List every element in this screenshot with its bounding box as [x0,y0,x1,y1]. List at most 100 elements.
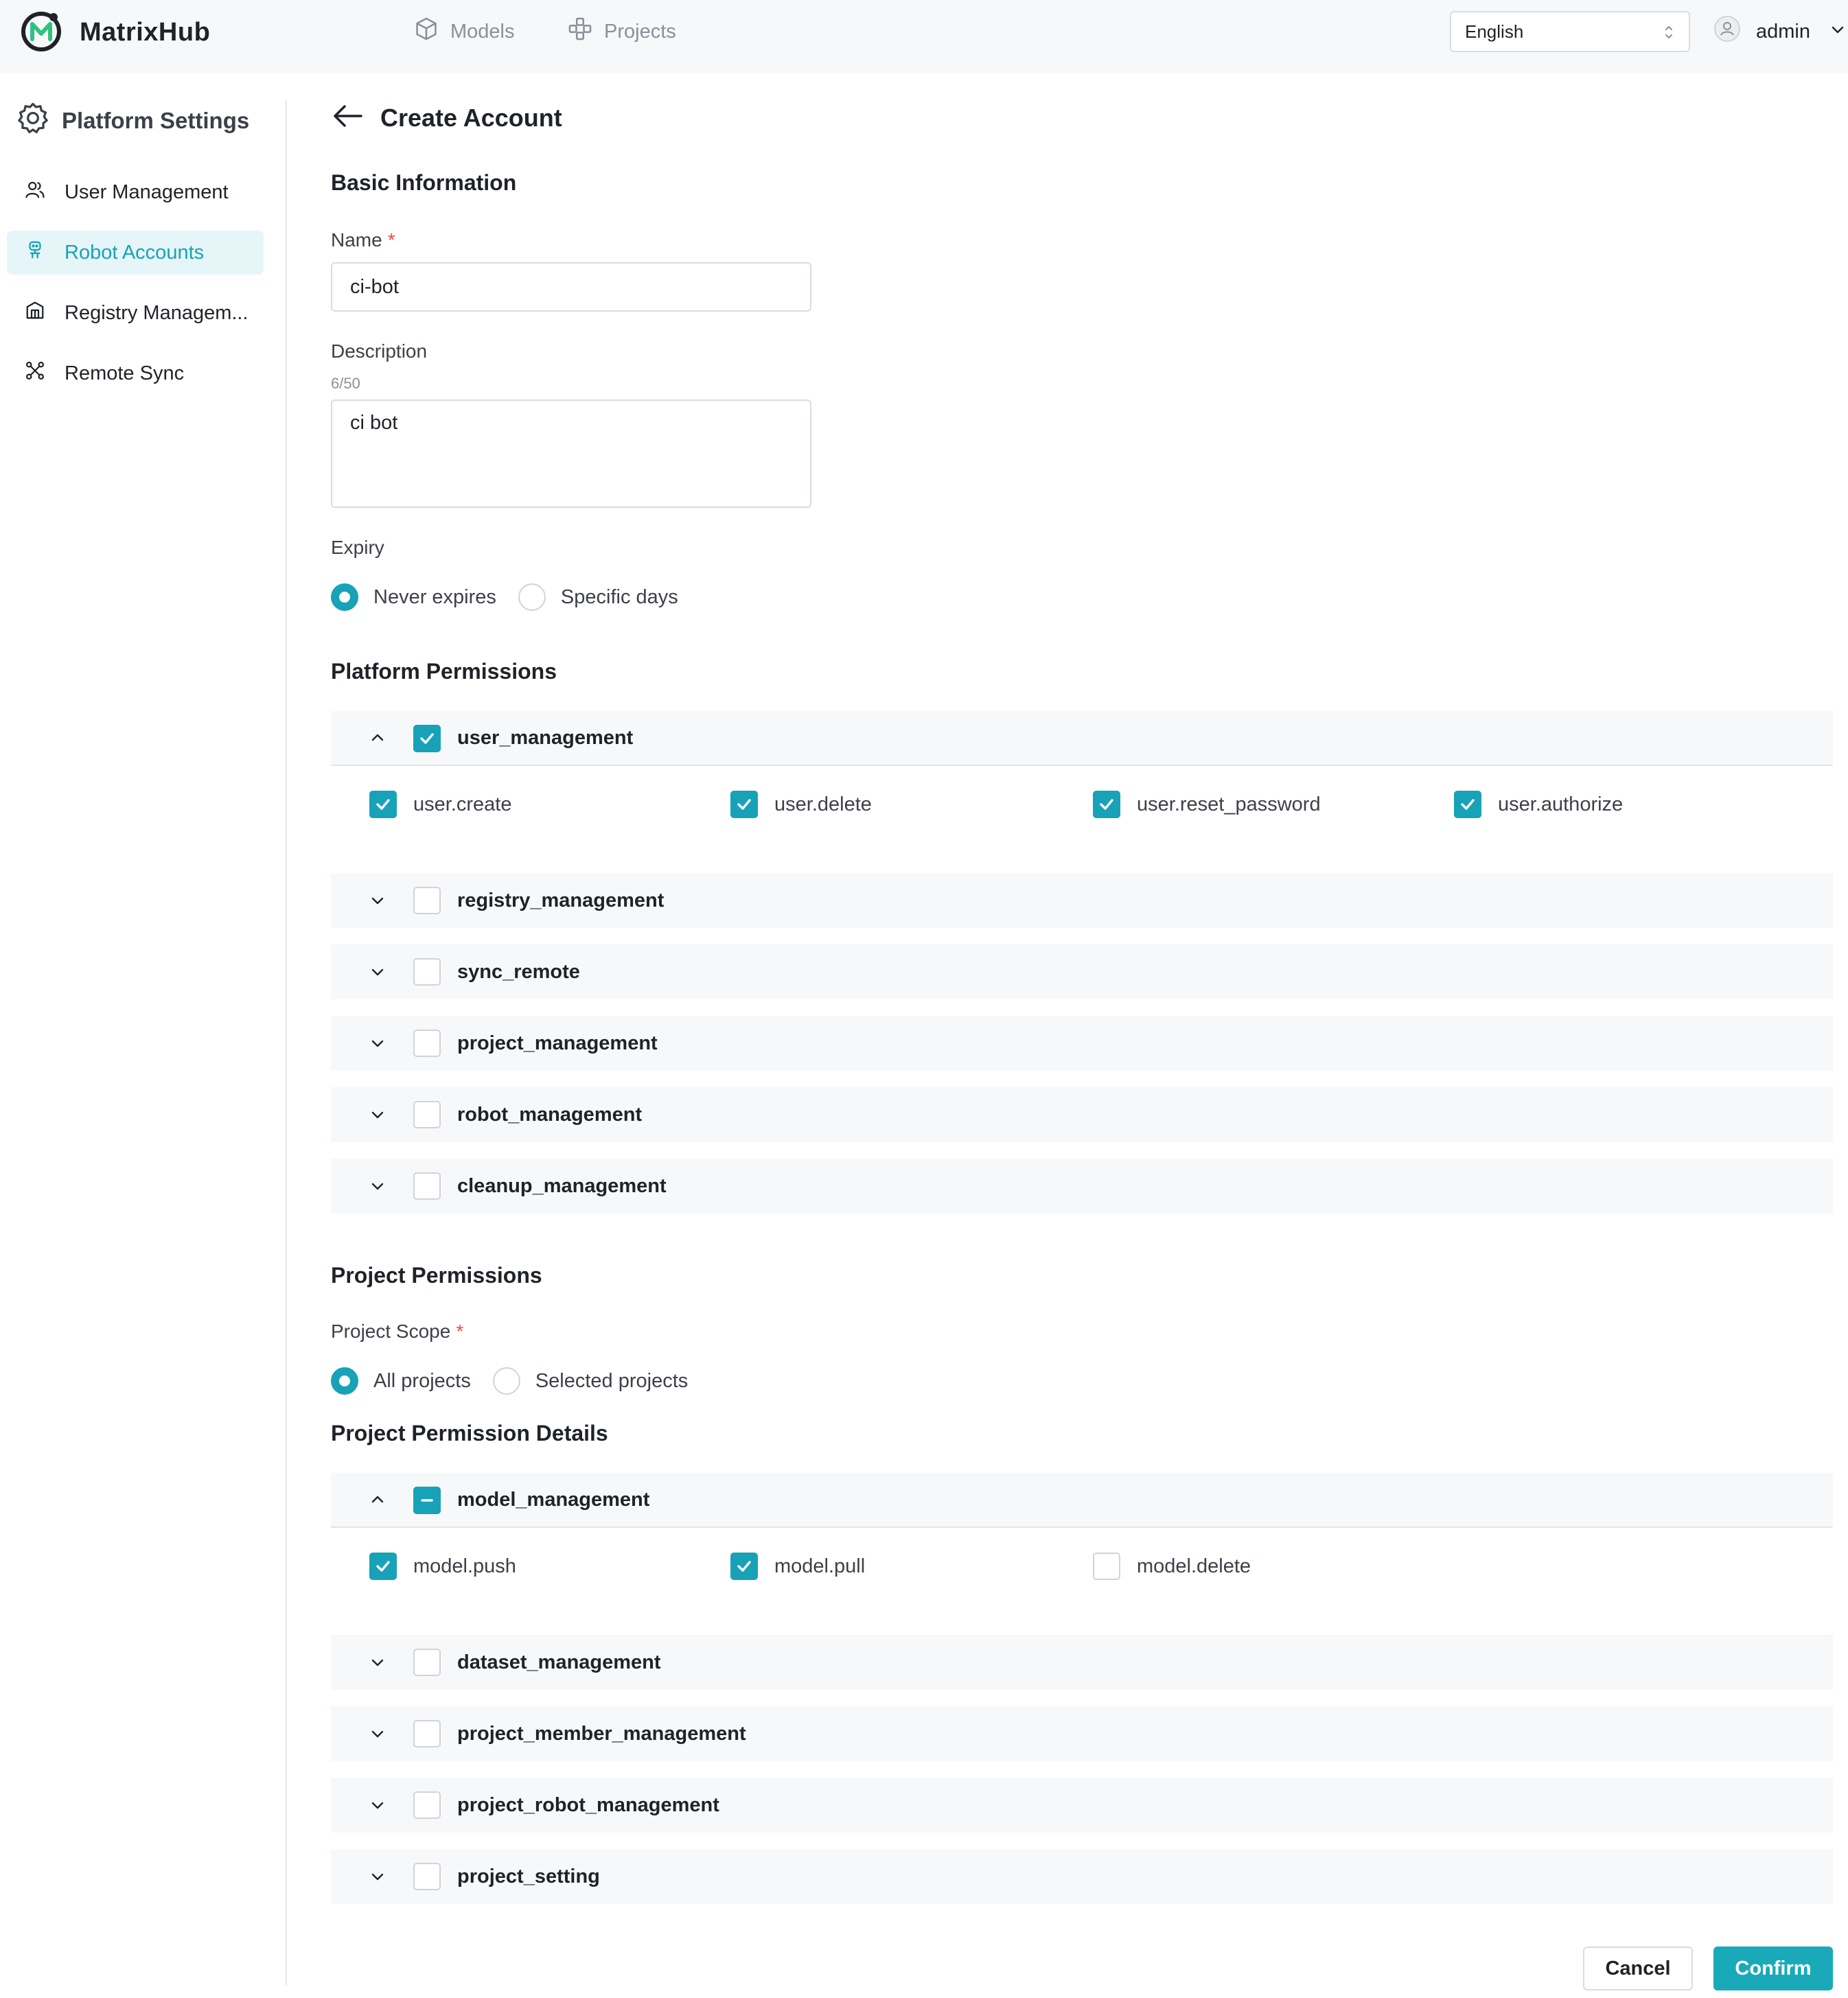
perm-user-authorize[interactable]: user.authorize [1454,791,1623,818]
radio-label: All projects [373,1369,471,1392]
perm-model-push[interactable]: model.push [369,1553,516,1580]
description-label: Description [331,340,428,362]
expiry-label: Expiry [331,537,384,558]
chevron-down-icon[interactable] [369,1726,386,1742]
sidebar-item-label: Remote Sync [65,362,185,384]
perm-group-project-management[interactable]: project_management [331,1016,1833,1071]
perm-model-delete[interactable]: model.delete [1093,1553,1251,1580]
radio-never-expires[interactable] [331,583,358,611]
perm-checkbox[interactable] [1093,791,1120,818]
radio-specific-days[interactable] [518,583,546,611]
page-header: Create Account [331,99,562,137]
chevron-down-icon[interactable] [369,1654,386,1671]
perm-checkbox[interactable] [730,1553,758,1580]
chevron-down-icon[interactable] [369,1797,386,1813]
perm-group-project-setting[interactable]: project_setting [331,1849,1833,1904]
perm-group-model-management[interactable]: model_management [331,1473,1833,1528]
platform-settings-label: Platform Settings [62,108,250,133]
radio-label: Never expires [373,585,496,608]
perm-group-cleanup-management[interactable]: cleanup_management [331,1159,1833,1213]
description-counter: 6/50 [331,375,360,392]
perm-group-robot-management[interactable]: robot_management [331,1087,1833,1142]
sidebar-item-robot-accounts[interactable]: Robot Accounts [7,231,264,275]
radio-label: Selected projects [535,1369,689,1392]
group-checkbox[interactable] [413,725,441,752]
group-checkbox[interactable] [413,1487,441,1514]
required-marker: * [387,229,395,251]
project-scope-label-text: Project Scope [331,1321,451,1342]
perm-group-registry-management[interactable]: registry_management [331,873,1833,928]
robot-icon [25,240,65,266]
basic-information-title: Basic Information [331,170,517,195]
group-checkbox[interactable] [413,958,441,986]
perm-user-delete[interactable]: user.delete [730,791,872,818]
radio-label: Specific days [560,585,678,608]
perm-group-project-robot-management[interactable]: project_robot_management [331,1778,1833,1833]
perm-group-sync-remote[interactable]: sync_remote [331,944,1833,999]
project-permissions-title: Project Permissions [331,1263,542,1288]
app-name: MatrixHub [80,17,211,47]
confirm-button[interactable]: Confirm [1713,1947,1833,1990]
platform-settings-title: Platform Settings [15,100,249,141]
chevron-down-icon[interactable] [369,1106,386,1123]
group-checkbox[interactable] [413,1030,441,1057]
page-title: Create Account [380,103,562,132]
required-marker: * [456,1321,464,1342]
chevron-up-icon[interactable] [369,730,386,746]
perm-model-pull[interactable]: model.pull [730,1553,865,1580]
chevron-down-icon[interactable] [369,1035,386,1052]
chevron-down-icon[interactable] [369,892,386,909]
sidebar-divider [286,100,287,1986]
group-label: model_management [457,1488,650,1511]
chevron-down-icon[interactable] [369,964,386,980]
group-checkbox[interactable] [413,1101,441,1128]
radio-all-projects[interactable] [331,1367,358,1395]
perm-label: user.reset_password [1137,793,1321,815]
chevron-down-icon[interactable] [369,1868,386,1885]
sidebar-item-user-management[interactable]: User Management [7,170,264,214]
group-checkbox[interactable] [413,1720,441,1747]
perm-group-dataset-management[interactable]: dataset_management [331,1635,1833,1690]
description-textarea[interactable]: ci bot [331,399,811,508]
arrow-left-icon[interactable] [331,99,380,137]
user-group-icon [25,179,65,205]
perm-checkbox[interactable] [1454,791,1481,818]
chevron-down-icon[interactable] [369,1178,386,1194]
perm-group-user-management[interactable]: user_management [331,711,1833,766]
name-label-text: Name [331,229,382,251]
perm-checkbox[interactable] [369,1553,397,1580]
matrixhub-logo-icon [19,9,63,56]
chevron-up-icon[interactable] [369,1491,386,1508]
group-checkbox[interactable] [413,1172,441,1200]
group-label: project_member_management [457,1722,746,1745]
project-permission-details-title: Project Permission Details [331,1421,608,1445]
expiry-radio-group: Never expires Specific days [331,583,700,611]
perm-checkbox[interactable] [730,791,758,818]
perm-label: user.delete [774,793,872,815]
sidebar-item-label: User Management [65,181,229,203]
perm-label: model.delete [1137,1555,1251,1577]
perm-checkbox[interactable] [369,791,397,818]
group-checkbox[interactable] [413,1649,441,1676]
name-input-value: ci-bot [350,275,399,298]
group-checkbox[interactable] [413,887,441,914]
group-label: cleanup_management [457,1174,667,1197]
sidebar-item-label: Robot Accounts [65,241,205,264]
group-label: project_setting [457,1865,600,1887]
perm-user-reset-password[interactable]: user.reset_password [1093,791,1321,818]
group-checkbox[interactable] [413,1863,441,1890]
perm-user-create[interactable]: user.create [369,791,511,818]
brand[interactable]: MatrixHub [19,10,210,55]
perm-label: model.push [413,1555,516,1577]
gear-icon [15,100,62,141]
sidebar-item-remote-sync[interactable]: Remote Sync [7,351,264,395]
group-label: registry_management [457,889,665,911]
cancel-button[interactable]: Cancel [1583,1947,1693,1990]
perm-checkbox[interactable] [1093,1553,1120,1580]
perm-group-project-member-management[interactable]: project_member_management [331,1706,1833,1761]
sync-nodes-icon [25,360,65,386]
name-input[interactable]: ci-bot [331,262,811,312]
sidebar-item-registry-management[interactable]: Registry Managem... [7,291,264,335]
radio-selected-projects[interactable] [492,1367,520,1395]
group-checkbox[interactable] [413,1791,441,1819]
